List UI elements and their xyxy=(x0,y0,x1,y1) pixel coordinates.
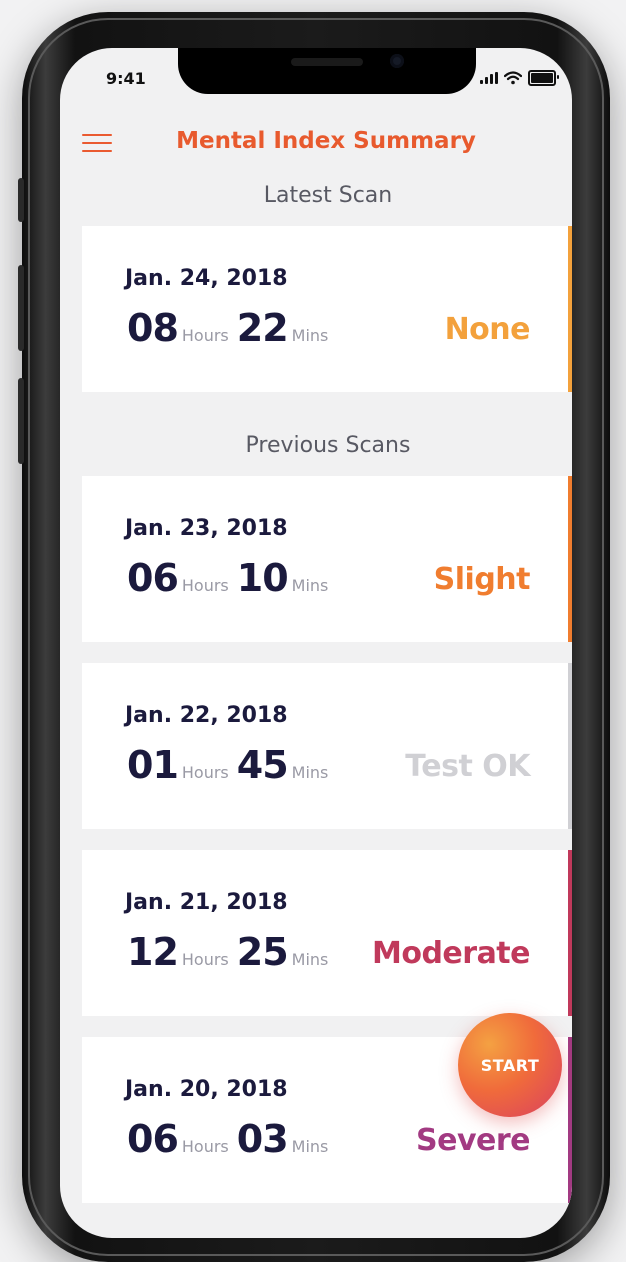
front-camera xyxy=(390,54,404,68)
volume-down-button xyxy=(18,378,24,464)
battery-icon xyxy=(528,70,559,86)
hours-unit: Hours xyxy=(181,576,229,595)
hours-unit: Hours xyxy=(181,1137,229,1156)
start-scan-button[interactable]: START xyxy=(458,1013,562,1117)
hours-unit: Hours xyxy=(181,950,229,969)
page-title: Mental Index Summary xyxy=(176,128,476,154)
mins-unit: Mins xyxy=(291,950,329,969)
mins-unit: Mins xyxy=(291,576,329,595)
severity-bar xyxy=(568,663,572,829)
mins-unit: Mins xyxy=(291,1137,329,1156)
status-icons xyxy=(480,70,559,86)
scan-duration: 06 Hours 10 Mins xyxy=(127,556,336,600)
signal-icon xyxy=(480,72,498,84)
mins-value: 25 xyxy=(236,930,289,974)
scan-card[interactable]: Jan. 21, 2018 12 Hours 25 Mins Moderate xyxy=(82,850,572,1016)
scan-card[interactable]: Jan. 23, 2018 06 Hours 10 Mins Slight xyxy=(82,476,572,642)
scan-card[interactable]: Jan. 22, 2018 01 Hours 45 Mins Test OK xyxy=(82,663,572,829)
hours-value: 06 xyxy=(127,556,179,600)
hours-value: 12 xyxy=(127,930,179,974)
scan-duration: 12 Hours 25 Mins xyxy=(127,930,336,974)
mins-unit: Mins xyxy=(291,763,329,782)
volume-up-button xyxy=(18,265,24,351)
hours-value: 06 xyxy=(127,1117,179,1161)
severity-label: Test OK xyxy=(405,749,530,784)
hours-value: 08 xyxy=(127,306,179,350)
scan-duration: 06 Hours 03 Mins xyxy=(127,1117,336,1161)
scan-date: Jan. 23, 2018 xyxy=(125,516,288,541)
severity-label: Severe xyxy=(416,1123,531,1158)
severity-bar xyxy=(568,226,572,392)
scan-duration: 08 Hours 22 Mins xyxy=(127,306,336,350)
scan-date: Jan. 20, 2018 xyxy=(125,1077,288,1102)
phone-screen: 9:41 Mental Index Summary Latest Scan Ja… xyxy=(60,48,572,1238)
previous-scans-heading: Previous Scans xyxy=(245,433,411,458)
mins-value: 45 xyxy=(236,743,289,787)
scan-card-latest[interactable]: Jan. 24, 2018 08 Hours 22 Mins None xyxy=(82,226,572,392)
severity-bar xyxy=(568,850,572,1016)
mins-value: 10 xyxy=(236,556,289,600)
hours-unit: Hours xyxy=(181,326,229,345)
hours-unit: Hours xyxy=(181,763,229,782)
severity-bar xyxy=(568,476,572,642)
severity-label: None xyxy=(444,312,531,347)
severity-bar xyxy=(568,1037,572,1203)
speaker-grille xyxy=(291,58,363,66)
latest-scan-heading: Latest Scan xyxy=(263,183,393,208)
scan-date: Jan. 24, 2018 xyxy=(125,266,288,291)
hours-value: 01 xyxy=(127,743,179,787)
silent-switch xyxy=(18,178,24,222)
scan-date: Jan. 21, 2018 xyxy=(125,890,288,915)
scan-duration: 01 Hours 45 Mins xyxy=(127,743,336,787)
severity-label: Moderate xyxy=(371,936,531,971)
mins-value: 22 xyxy=(236,306,289,350)
severity-label: Slight xyxy=(433,562,531,597)
status-time: 9:41 xyxy=(106,69,146,88)
mins-unit: Mins xyxy=(291,326,329,345)
scan-date: Jan. 22, 2018 xyxy=(125,703,288,728)
mins-value: 03 xyxy=(236,1117,289,1161)
notch xyxy=(178,48,476,94)
wifi-icon xyxy=(504,71,522,85)
